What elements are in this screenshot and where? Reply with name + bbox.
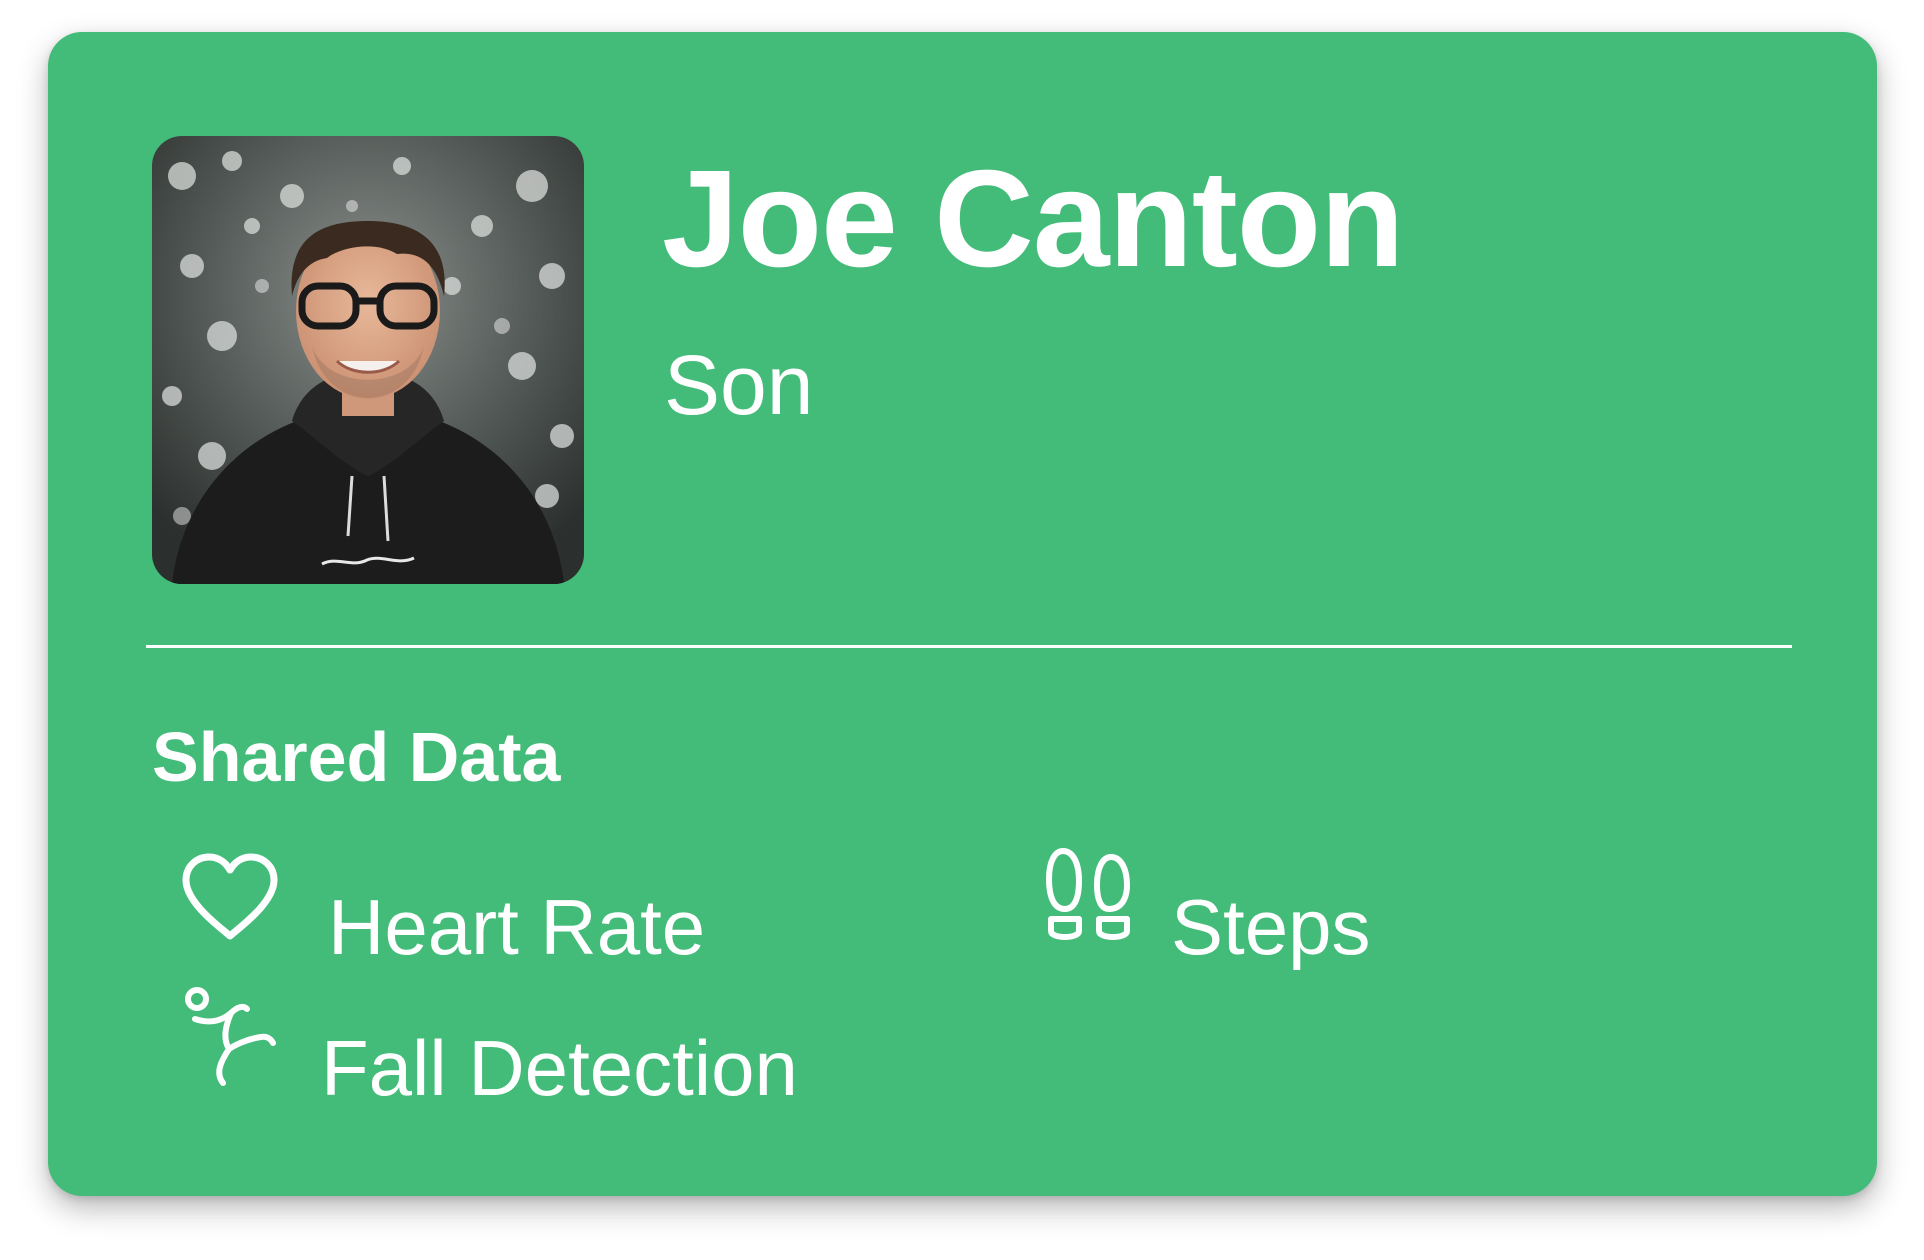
shared-item-label: Heart Rate [328, 883, 706, 971]
heart-icon [180, 852, 280, 947]
fall-detection-icon [185, 987, 285, 1092]
contact-name: Joe Canton [662, 142, 1404, 296]
shared-item-label: Fall Detection [321, 1024, 798, 1112]
shared-item-label: Steps [1171, 883, 1371, 971]
footprints-icon [1043, 847, 1133, 948]
divider [146, 645, 1792, 648]
avatar [152, 136, 584, 584]
profile-card[interactable]: Joe Canton Son Shared Data Heart Rate St… [48, 32, 1877, 1196]
contact-relation: Son [664, 338, 814, 432]
section-title: Shared Data [152, 718, 561, 796]
